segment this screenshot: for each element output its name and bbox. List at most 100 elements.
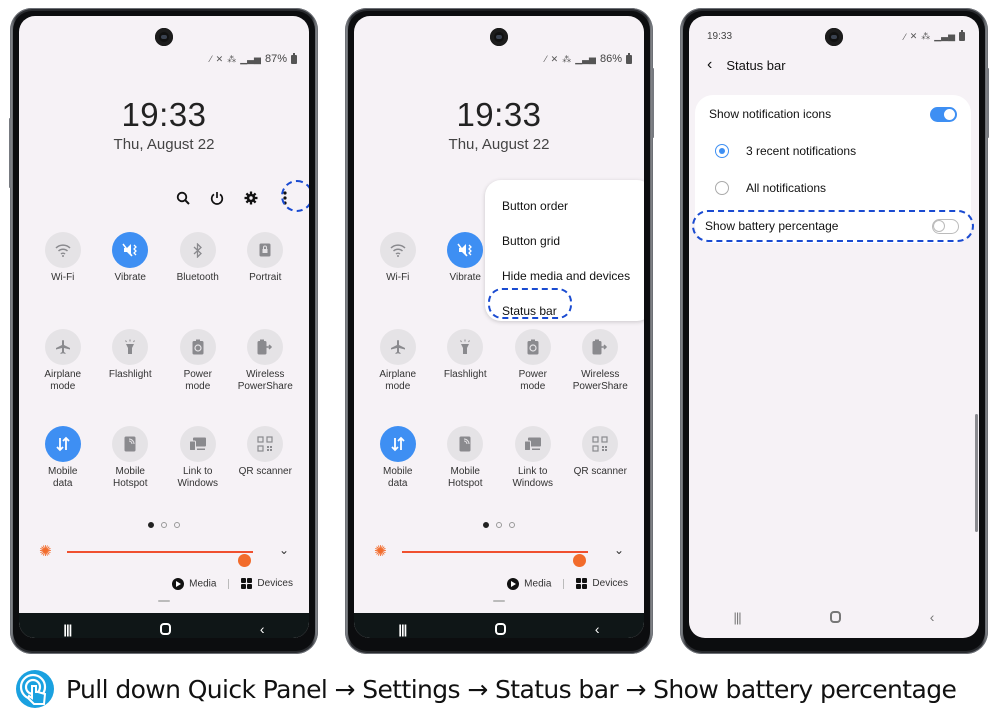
media-button[interactable]: Media xyxy=(172,578,216,590)
quick-tile-wi-fi[interactable]: Wi-Fi xyxy=(29,232,97,329)
airplane-icon[interactable] xyxy=(379,329,416,365)
link-to-windows-icon[interactable] xyxy=(514,426,551,462)
quick-tile-mobile-data[interactable]: Mobile data xyxy=(364,426,432,523)
flashlight-icon[interactable] xyxy=(447,329,484,365)
brightness-track[interactable] xyxy=(67,551,253,567)
hotspot-icon[interactable] xyxy=(112,426,149,462)
page-dot[interactable] xyxy=(161,522,167,528)
quick-tile-qr-scanner[interactable]: QR scanner xyxy=(232,426,300,523)
wireless-powershare-icon[interactable] xyxy=(247,329,284,365)
quick-tile-bluetooth[interactable]: Bluetooth xyxy=(164,232,232,329)
quick-tile-wi-fi[interactable]: Wi-Fi xyxy=(364,232,432,329)
quick-tile-link-to-windows[interactable]: Link to Windows xyxy=(499,426,567,523)
page-title: Status bar xyxy=(726,57,786,73)
phone-quick-panel: ⁄ ✕ ⁂ ▁▃▅ 87% 19:33 Thu, August 22 Wi-Fi… xyxy=(9,8,318,654)
home-icon[interactable] xyxy=(160,623,172,635)
status-bar-icons: ⁄ ✕ ⁂ ▁▃▅ 86% xyxy=(545,52,632,65)
quick-tile-power-mode[interactable]: Power mode xyxy=(499,329,567,426)
wifi-icon[interactable] xyxy=(379,232,416,268)
portrait-lock-icon[interactable] xyxy=(247,232,284,268)
brightness-thumb[interactable] xyxy=(572,554,586,567)
home-icon[interactable] xyxy=(495,623,507,635)
brightness-track[interactable] xyxy=(402,551,588,567)
show-notification-icons-row[interactable]: Show notification icons xyxy=(709,103,957,125)
screen: ⁄ ✕ ⁂ ▁▃▅ 86% 19:33 Thu, August 22 Wi-Fi… xyxy=(354,16,644,638)
quick-tile-flashlight[interactable]: Flashlight xyxy=(97,329,165,426)
back-icon[interactable]: ‹ xyxy=(930,609,935,625)
hotspot-icon[interactable] xyxy=(447,426,484,462)
recent-apps-icon[interactable]: ||| xyxy=(734,610,742,625)
quick-tile-wireless-powershare[interactable]: Wireless PowerShare xyxy=(567,329,635,426)
quick-tile-power-mode[interactable]: Power mode xyxy=(164,329,232,426)
power-icon[interactable] xyxy=(205,186,229,210)
quick-tile-flashlight[interactable]: Flashlight xyxy=(432,329,500,426)
mute-vibrate-icon: ✕ xyxy=(550,53,559,64)
radio-all[interactable] xyxy=(715,181,729,195)
airplane-icon[interactable] xyxy=(44,329,81,365)
radio-row-recent[interactable]: 3 recent notifications xyxy=(715,141,957,161)
brightness-slider[interactable]: ✺ ⌄ xyxy=(374,542,624,567)
media-label: Media xyxy=(189,578,217,590)
link-to-windows-icon[interactable] xyxy=(179,426,216,462)
quick-tile-vibrate[interactable]: Vibrate xyxy=(97,232,165,329)
divider xyxy=(563,579,565,589)
chevron-down-icon[interactable]: ⌄ xyxy=(614,543,624,557)
quick-tile-mobile-hotspot[interactable]: Mobile Hotspot xyxy=(97,426,165,523)
page-dot[interactable] xyxy=(496,522,502,528)
quick-tile-mobile-data[interactable]: Mobile data xyxy=(29,426,97,523)
menu-item-button-order[interactable]: Button order xyxy=(485,188,644,223)
panel-handle[interactable] xyxy=(158,600,170,602)
show-notification-icons-toggle[interactable] xyxy=(930,106,957,122)
battery-percent: 86% xyxy=(599,53,622,65)
quick-tile-airplane-mode[interactable]: Airplane mode xyxy=(364,329,432,426)
page-dot[interactable] xyxy=(483,522,489,528)
page-dot[interactable] xyxy=(148,522,154,528)
media-button[interactable]: Media xyxy=(507,578,551,590)
qr-scanner-icon[interactable] xyxy=(582,426,619,462)
quick-tiles-grid: Wi-Fi Vibrate Bluetooth Portrait Airplane mo… xyxy=(29,232,299,523)
search-icon[interactable] xyxy=(171,186,195,210)
qr-scanner-icon[interactable] xyxy=(247,426,284,462)
signal-icon: ▁▃▅ xyxy=(575,53,596,64)
quick-tile-wireless-powershare[interactable]: Wireless PowerShare xyxy=(232,329,300,426)
mobile-data-icon[interactable] xyxy=(379,426,416,462)
page-dot[interactable] xyxy=(509,522,515,528)
power-mode-icon[interactable] xyxy=(179,329,216,365)
brightness-sun-icon: ✺ xyxy=(374,543,387,560)
divider xyxy=(228,579,230,589)
media-label: Media xyxy=(524,578,552,590)
page-dot[interactable] xyxy=(174,522,180,528)
brightness-thumb[interactable] xyxy=(237,554,251,567)
devices-button[interactable]: Devices xyxy=(241,578,293,590)
flashlight-icon[interactable] xyxy=(112,329,149,365)
mute-vibrate-icon: ✕ xyxy=(215,53,224,64)
scrollbar[interactable] xyxy=(975,414,978,532)
back-arrow-icon[interactable]: ‹ xyxy=(707,56,712,74)
panel-handle[interactable] xyxy=(493,600,505,602)
bluetooth-icon[interactable] xyxy=(179,232,216,268)
back-icon[interactable]: ‹ xyxy=(595,621,600,637)
devices-button[interactable]: Devices xyxy=(576,578,628,590)
home-icon[interactable] xyxy=(829,611,841,623)
gear-icon[interactable] xyxy=(239,186,263,210)
vibrate-icon[interactable] xyxy=(112,232,149,268)
quick-tile-portrait[interactable]: Portrait xyxy=(232,232,300,329)
brightness-slider[interactable]: ✺ ⌄ xyxy=(39,542,289,567)
quick-tile-airplane-mode[interactable]: Airplane mode xyxy=(29,329,97,426)
quick-tile-label: Mobile Hotspot xyxy=(448,466,483,489)
quick-tile-link-to-windows[interactable]: Link to Windows xyxy=(164,426,232,523)
menu-item-button-grid[interactable]: Button grid xyxy=(485,223,644,258)
quick-tile-qr-scanner[interactable]: QR scanner xyxy=(567,426,635,523)
vibrate-icon[interactable] xyxy=(447,232,484,268)
back-icon[interactable]: ‹ xyxy=(260,621,265,637)
wifi-icon[interactable] xyxy=(44,232,81,268)
radio-row-all[interactable]: All notifications xyxy=(715,178,957,198)
wireless-powershare-icon[interactable] xyxy=(582,329,619,365)
quick-tile-mobile-hotspot[interactable]: Mobile Hotspot xyxy=(432,426,500,523)
power-mode-icon[interactable] xyxy=(514,329,551,365)
chevron-down-icon[interactable]: ⌄ xyxy=(279,543,289,557)
recent-apps-icon[interactable]: ||| xyxy=(63,622,72,637)
mobile-data-icon[interactable] xyxy=(44,426,81,462)
radio-3-recent[interactable] xyxy=(715,144,729,158)
recent-apps-icon[interactable]: ||| xyxy=(398,622,407,637)
